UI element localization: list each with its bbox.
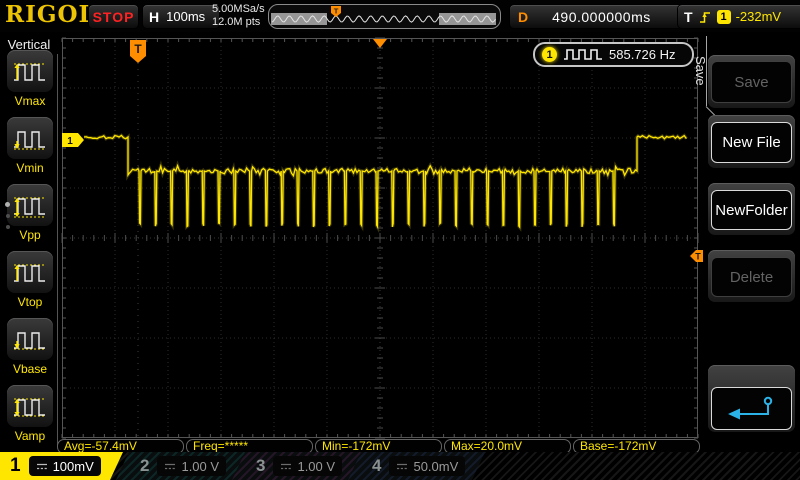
sample-rate: 5.00MSa/s [212,3,265,15]
coupling-icon [36,462,48,471]
vmin-icon [14,131,46,150]
return-button-slot [708,365,795,432]
channel-scale-box: 100mV [29,456,101,476]
channel-scale: 1.00 V [181,458,220,474]
channel-number: 1 [10,455,21,476]
delay-value: 490.000000ms [552,8,651,25]
freq-counter-badge: 1 585.726 Hz [533,42,694,67]
vamp-icon [14,398,46,417]
waveform-trace [83,133,688,233]
channel-number: 2 [140,456,150,475]
delete-button-slot: Delete [708,250,795,302]
memory-waveform-icon: T [271,6,496,25]
left-menu-separator [57,54,58,446]
coupling-icon [164,462,176,471]
trigger-level-value: -232mV [735,9,782,24]
rigol-logo: RIGOL [5,1,96,28]
menu-label-vmax: Vmax [14,94,46,108]
square-wave-icon [564,49,602,60]
timebase-value: 100ms [166,9,206,24]
menu-button-vmax[interactable] [7,50,53,92]
oscilloscope-screen: RIGOL STOP H 100ms 5.00MSa/s 12.0M pts T… [0,0,800,480]
svg-text:T: T [334,7,339,16]
page-dot [5,225,10,229]
svg-text:T: T [695,252,701,262]
channel-scale-box: 50.0mV [389,456,465,476]
save-button[interactable]: Save [711,61,792,103]
new-file-button[interactable]: New File [711,122,792,163]
trigger-label: T [684,8,693,25]
freq-counter-value: 585.726 Hz [609,47,676,62]
menu-label-vtop: Vtop [17,295,43,309]
trigger-source-badge: 1 [716,9,731,24]
channel-tab-1[interactable]: 1 100mV [0,452,123,480]
save-button-slot: Save [708,55,795,108]
return-button[interactable] [711,387,792,430]
waveform-memory-bar[interactable]: T [268,4,501,29]
page-dot [5,214,10,218]
menu-page-dots [5,202,10,229]
timebase-label: H [149,8,160,25]
menu-button-vpp[interactable] [7,184,53,226]
channel-number: 3 [256,456,266,475]
channel-number: 4 [372,456,382,475]
menu-button-vtop[interactable] [7,251,53,293]
channel-status-bar: 1 100mV 2 1.00 V3 1.00 V4 50.0mV [0,452,800,480]
coupling-icon [280,462,292,471]
channel1-offset-marker[interactable]: 1 [62,133,84,147]
graticule: T 1 T [61,37,703,439]
coupling-icon [396,462,408,471]
trigger-box[interactable]: T 1 -232mV [677,4,800,29]
memory-depth: 12.0M pts [212,16,261,28]
channel-scale: 100mV [52,458,94,474]
delete-button[interactable]: Delete [711,257,792,297]
svg-text:1: 1 [67,136,73,147]
new-folder-button-slot: NewFolder [708,183,795,235]
channel-scale: 50.0mV [413,458,459,474]
acquisition-info: 5.00MSa/s 12.0M pts [212,3,265,29]
vpp-icon [14,197,46,218]
svg-text:T: T [134,42,142,56]
trigger-level-marker[interactable]: T [690,250,703,262]
page-dot-active [5,202,10,207]
vtop-icon [14,264,46,282]
new-file-button-slot: New File [708,115,795,168]
menu-button-vmin[interactable] [7,117,53,159]
menu-label-vpp: Vpp [19,228,41,242]
memory-trigger-position-icon: T [331,6,341,17]
menu-label-vmin: Vmin [16,161,44,175]
delay-label: D [518,8,529,25]
channel-scale: 1.00 V [297,458,336,474]
trigger-slope-rising-icon [699,11,710,23]
horizontal-reference-marker [373,39,387,48]
right-menu-frame-line [706,36,707,106]
vbase-icon [14,332,46,350]
channel-scale-box: 1.00 V [157,456,226,476]
new-folder-button[interactable]: NewFolder [711,190,792,230]
trigger-position-marker[interactable]: T [130,40,146,63]
vmax-icon [14,63,46,81]
menu-label-vamp: Vamp [14,429,46,443]
menu-label-vbase: Vbase [12,362,48,376]
channel-tab-3[interactable]: 3 1.00 V [232,452,369,480]
channel-tab-2[interactable]: 2 1.00 V [116,452,253,480]
run-stop-button[interactable]: STOP [88,4,139,29]
menu-button-vbase[interactable] [7,318,53,360]
menu-button-vamp[interactable] [7,385,53,427]
channel-scale-box: 1.00 V [273,456,342,476]
freq-counter-channel-badge: 1 [542,47,557,62]
top-bar: RIGOL STOP H 100ms 5.00MSa/s 12.0M pts T… [0,0,800,32]
return-arrow-icon [727,396,772,419]
timebase-box[interactable]: H 100ms [142,4,220,29]
delay-box[interactable]: D 490.000000ms [509,4,686,29]
channel-tab-4[interactable]: 4 50.0mV [348,452,485,480]
